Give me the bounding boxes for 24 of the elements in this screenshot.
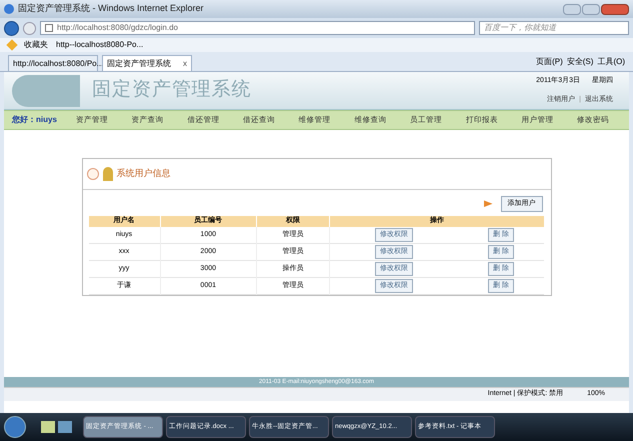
browser-icon: [4, 4, 14, 14]
page-icon: [45, 24, 53, 32]
back-button[interactable]: [4, 20, 19, 36]
forward-button[interactable]: [23, 22, 36, 34]
address-field[interactable]: http://localhost:8080/gdzc/login.do: [40, 21, 475, 35]
greeting-text: 您好：niuys: [12, 114, 58, 126]
browser-tab[interactable]: 固定资产管理系统 x: [102, 55, 192, 71]
command-menu[interactable]: 工具(O): [597, 56, 625, 71]
url-text: http://localhost:8080/gdzc/login.do: [57, 22, 178, 34]
search-field[interactable]: 百度一下，你就知道: [479, 21, 629, 35]
app-title: 固定资产管理系统: [92, 78, 252, 102]
window-title: 固定资产管理系统 - Windows Internet Explorer: [18, 2, 204, 16]
favorites-button[interactable]: 收藏夹: [24, 39, 48, 51]
round-icon: [86, 168, 98, 180]
search-placeholder: 百度一下，你就知道: [484, 22, 556, 34]
panel-title: 系统用户信息: [116, 167, 170, 180]
maximize-button[interactable]: [582, 4, 600, 14]
command-menu[interactable]: 页面(P): [536, 56, 563, 71]
command-menu[interactable]: 安全(S): [566, 56, 594, 71]
tab-close-button[interactable]: x: [183, 58, 187, 70]
favorite-link[interactable]: http--localhost8080-Po...: [56, 39, 144, 51]
start-button[interactable]: [4, 416, 26, 438]
minimize-button[interactable]: [563, 4, 581, 14]
close-button[interactable]: [601, 4, 629, 14]
